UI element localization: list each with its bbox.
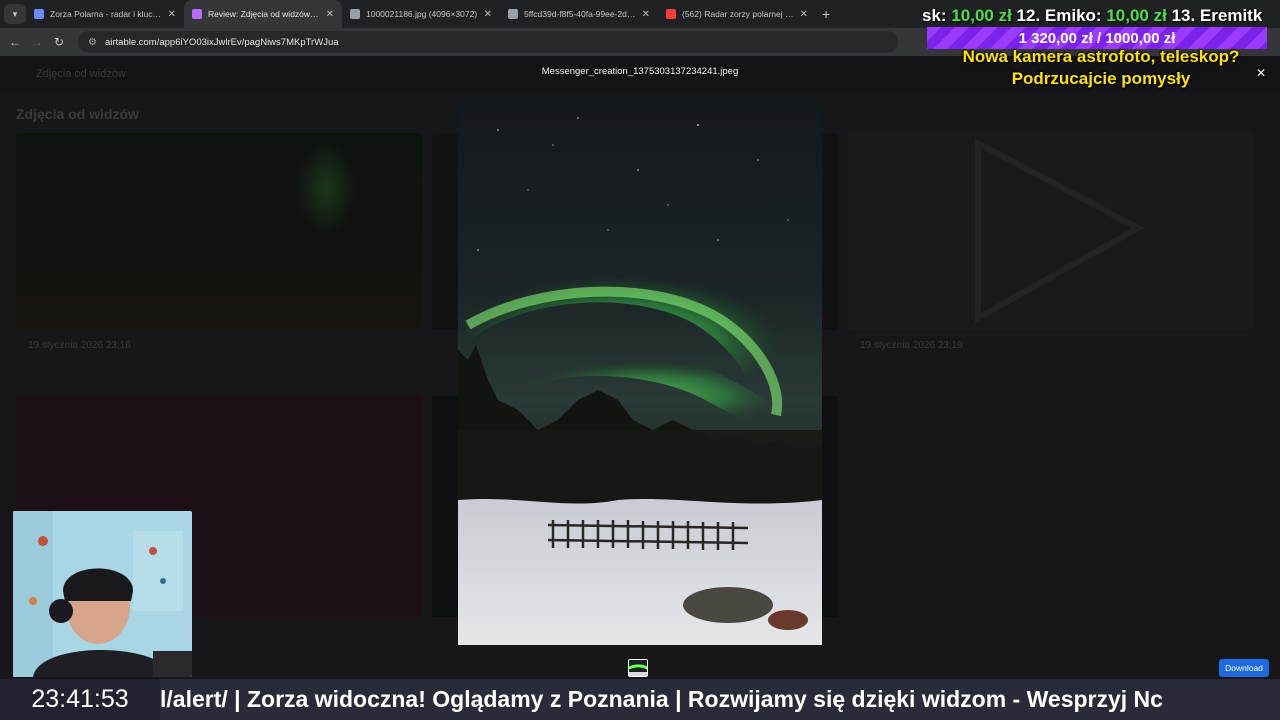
goal-title: Nowa kamera astrofoto, teleskop? xyxy=(962,47,1240,66)
url-text: airtable.com/app6iYO03ixJwlrEv/pagNiws7M… xyxy=(104,36,339,48)
screen: ▾ Zorza Polarna - radar i kluczowe ✕ Revie… xyxy=(0,0,1280,720)
donor-name: sk: xyxy=(922,6,947,25)
card-aurora xyxy=(296,143,356,233)
tab-close-icon[interactable]: ✕ xyxy=(642,9,650,20)
tab-favicon-icon xyxy=(192,9,202,19)
donation-amount: 10,00 zł xyxy=(951,6,1012,25)
goal-subtitle: Podrzucajcie pomysły xyxy=(1011,69,1191,88)
donor-name: 12. Emiko: xyxy=(1016,6,1102,25)
app-header-title: Zdjęcia od widzów xyxy=(36,68,126,80)
tab-close-icon[interactable]: ✕ xyxy=(800,9,808,20)
lightbox-filename: Messenger_creation_1375303137234241.jpeg xyxy=(541,66,739,77)
tab-title: (562) Radar zorzy polarnej - ISS xyxy=(682,9,794,19)
forward-button[interactable]: → xyxy=(26,35,48,49)
tab-list: Zorza Polarna - radar i kluczowe ✕ Review:… xyxy=(26,0,816,28)
browser-tab[interactable]: 5ffcd39d-f8f5-40fa-99ee-2dbb ✕ xyxy=(500,0,658,28)
tab-favicon-icon xyxy=(508,9,518,19)
tab-title: Zorza Polarna - radar i kluczowe xyxy=(50,9,162,19)
tab-search-button[interactable]: ▾ xyxy=(4,4,26,24)
video-play-icon xyxy=(975,138,1145,324)
browser-tab[interactable]: Zorza Polarna - radar i kluczowe ✕ xyxy=(26,0,184,28)
page-title: Zdjęcia od widzów xyxy=(16,106,139,122)
donation-amount: 10,00 zł xyxy=(1106,6,1167,25)
new-tab-button[interactable]: + xyxy=(822,6,830,22)
lightbox-thumbnail[interactable] xyxy=(628,659,648,677)
webcam-feed xyxy=(13,511,192,677)
card-date: 19 stycznia 2026 23:16 xyxy=(28,340,131,351)
gallery-card[interactable] xyxy=(848,133,1254,330)
browser-tab[interactable]: 1000021186.jpg (4096×3072) ✕ xyxy=(342,0,500,28)
donor-name: 13. Eremitk xyxy=(1171,6,1263,25)
tab-title: 5ffcd39d-f8f5-40fa-99ee-2dbb xyxy=(524,9,636,19)
download-button[interactable]: Download xyxy=(1219,659,1269,677)
stream-ticker: l/alert/ | Zorza widoczna! Oglądamy z Po… xyxy=(160,686,1163,712)
tab-close-icon[interactable]: ✕ xyxy=(484,9,492,20)
site-info-icon[interactable]: ⚙ xyxy=(88,37,97,48)
back-button[interactable]: ← xyxy=(4,35,26,49)
tab-close-icon[interactable]: ✕ xyxy=(168,9,176,20)
tab-favicon-icon xyxy=(666,9,676,19)
goal-caption: Nowa kamera astrofoto, teleskop? Podrzuc… xyxy=(922,46,1280,90)
address-bar[interactable]: ⚙ airtable.com/app6iYO03ixJwlrEv/pagNiws… xyxy=(78,31,898,53)
gallery-card[interactable] xyxy=(16,133,422,330)
tab-favicon-icon xyxy=(34,9,44,19)
browser-tab[interactable]: Review: Zdjęcia od widzów - Airtable ✕ xyxy=(184,0,342,28)
thumbnail-image xyxy=(629,660,647,676)
lightbox-image-aurora xyxy=(458,100,822,645)
browser-tab[interactable]: (562) Radar zorzy polarnej - ISS ✕ xyxy=(658,0,816,28)
tab-title: 1000021186.jpg (4096×3072) xyxy=(366,9,478,19)
card-date: 19 stycznia 2026 23:19 xyxy=(860,340,963,351)
tab-title: Review: Zdjęcia od widzów - Airtable xyxy=(208,9,320,19)
tab-close-icon[interactable]: ✕ xyxy=(326,9,334,20)
reload-button[interactable]: ↻ xyxy=(48,35,70,49)
stream-clock: 23:41:53 xyxy=(0,679,160,720)
tab-favicon-icon xyxy=(350,9,360,19)
